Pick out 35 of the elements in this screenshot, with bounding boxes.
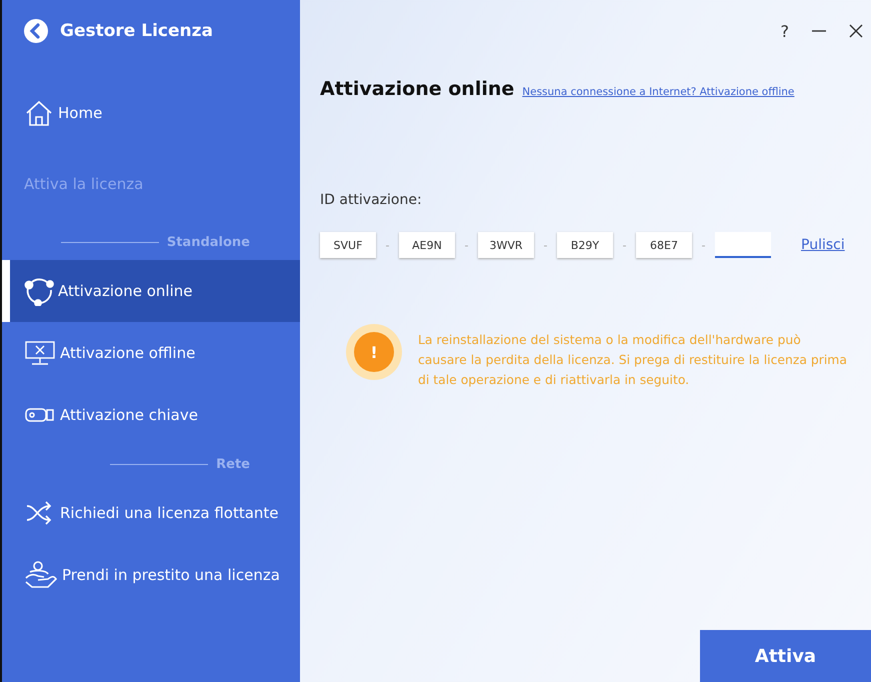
- page-title: Attivazione online: [320, 78, 514, 100]
- hand-person-icon: [24, 560, 58, 590]
- section-heading: Attiva la licenza: [23, 174, 144, 195]
- sidebar-item[interactable]: Attivazione online: [2, 260, 300, 322]
- separator-text: -: [384, 238, 390, 252]
- activate-button[interactable]: Attiva: [700, 630, 871, 682]
- warning-icon: !: [346, 324, 402, 380]
- separator-text: -: [542, 238, 548, 252]
- network-nodes-icon: [24, 276, 54, 306]
- warning-text: La reinstallazione del sistema o la modifica dell'hardware può causare la perdita della licenza. Si prega di restituire la licenza prima di tale operazione e di riattivarla in seguito.: [418, 331, 848, 389]
- back-icon[interactable]: [24, 19, 48, 43]
- id-segment-field[interactable]: AE9N: [399, 232, 455, 258]
- id-segment-field[interactable]: B29Y: [557, 232, 613, 258]
- separator-text: -: [622, 238, 628, 252]
- group-label: Standalone: [166, 234, 250, 250]
- group-label: Rete: [216, 456, 250, 472]
- id-segment-field[interactable]: [715, 232, 771, 258]
- app-title: Gestore Licenza: [60, 21, 213, 41]
- help-button[interactable]: ?: [780, 22, 789, 40]
- monitor-icon: [24, 340, 56, 366]
- sidebar-item[interactable]: Home: [0, 82, 300, 144]
- sidebar-item[interactable]: Richiedi una licenza flottante: [0, 482, 300, 544]
- separator-text: -: [700, 238, 706, 252]
- id-segment-field[interactable]: SVUF: [320, 232, 376, 258]
- sidebar-item[interactable]: Attivazione offline: [0, 322, 300, 384]
- offline-activation-link[interactable]: Nessuna connessione a Internet? Attivazione offline: [522, 86, 794, 98]
- separator-text: -: [464, 238, 470, 252]
- id-segment-field[interactable]: 68E7: [636, 232, 692, 258]
- close-icon[interactable]: [849, 24, 863, 38]
- sidebar-item[interactable]: Prendi in prestito una licenza: [0, 544, 300, 606]
- id-segment-field[interactable]: 3WVR: [478, 232, 534, 258]
- sidebar-item[interactable]: Attivazione chiave: [0, 384, 300, 446]
- field-label: ID attivazione:: [320, 192, 423, 208]
- clear-link[interactable]: Pulisci: [801, 237, 845, 253]
- home-icon: [24, 99, 54, 127]
